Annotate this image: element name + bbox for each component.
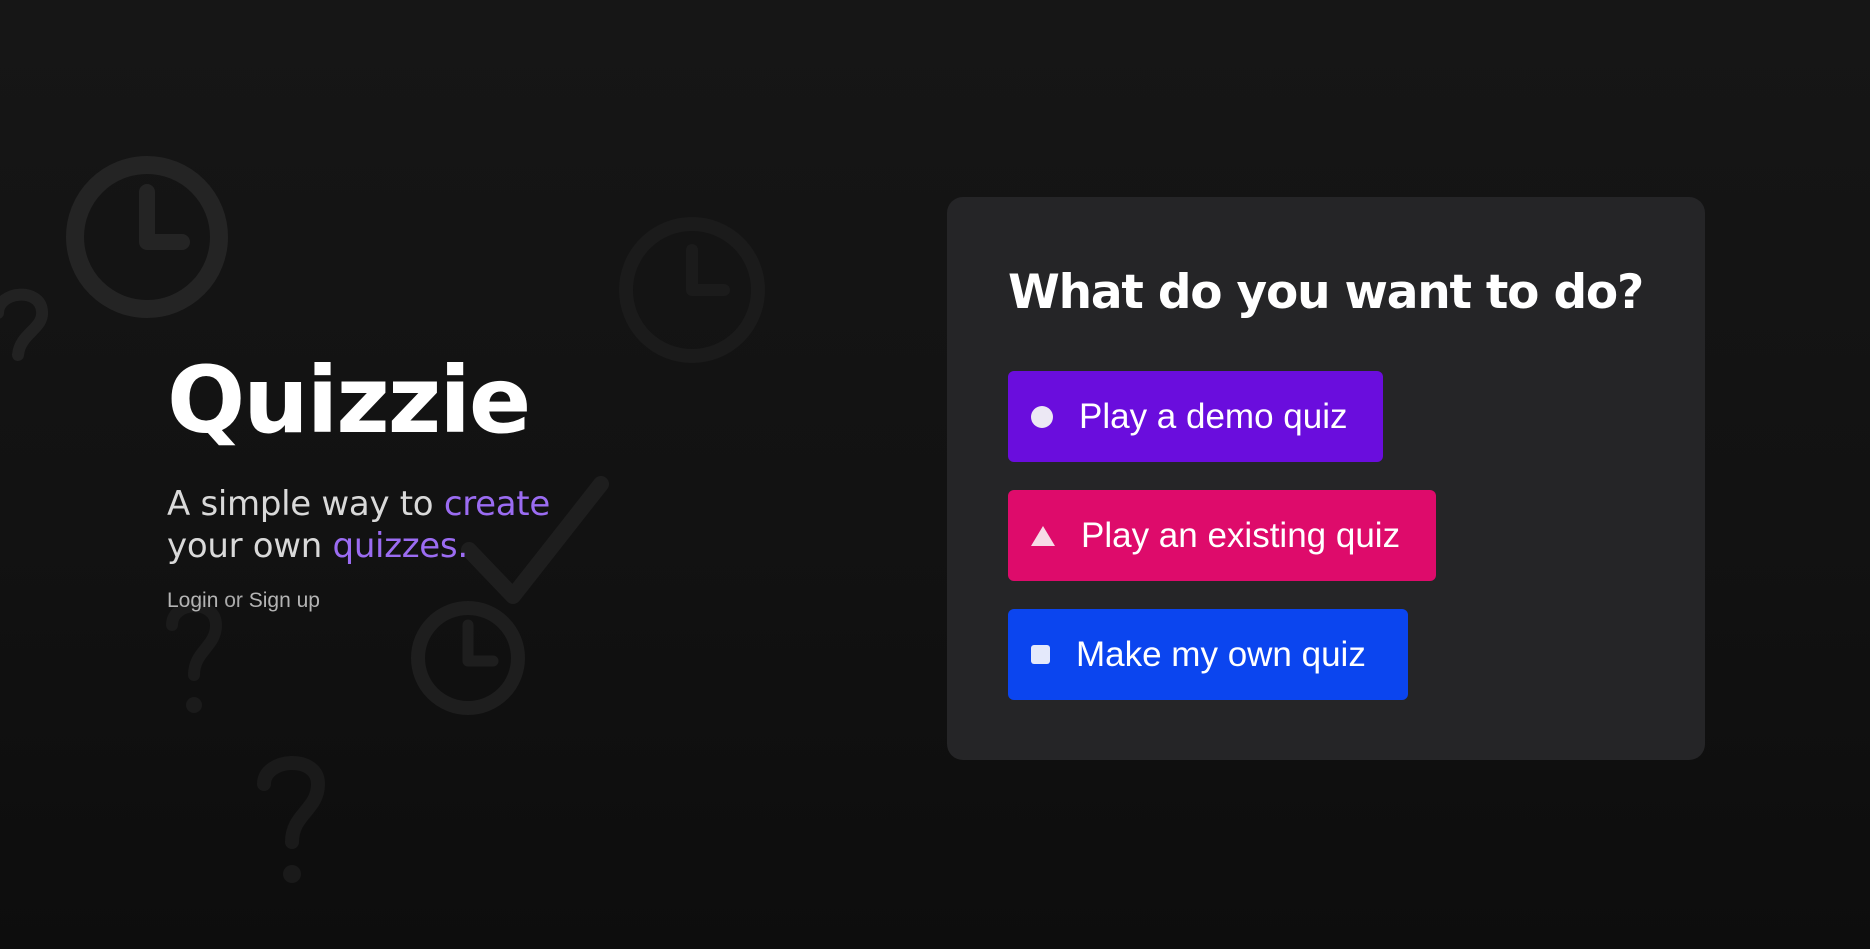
card-heading: What do you want to do? bbox=[1008, 265, 1644, 320]
clock-icon bbox=[66, 156, 228, 318]
question-mark-icon bbox=[166, 600, 223, 713]
hero-section: Quizzie A simple way to create your own … bbox=[167, 355, 767, 613]
login-link[interactable]: Login bbox=[167, 589, 218, 612]
option-label: Play an existing quiz bbox=[1081, 515, 1401, 555]
play-existing-quiz-button[interactable]: Play an existing quiz bbox=[1008, 490, 1436, 581]
tagline-accent-create: create bbox=[443, 484, 550, 524]
tagline-text: your own bbox=[167, 526, 333, 566]
signup-link[interactable]: Sign up bbox=[249, 589, 320, 612]
clock-icon bbox=[619, 217, 765, 363]
tagline-text: A simple way to bbox=[167, 484, 444, 524]
question-mark-icon bbox=[257, 756, 326, 883]
square-icon bbox=[1031, 645, 1050, 664]
circle-icon bbox=[1031, 405, 1053, 428]
question-mark-icon bbox=[0, 288, 49, 361]
make-own-quiz-button[interactable]: Make my own quiz bbox=[1008, 609, 1408, 700]
auth-separator: or bbox=[218, 589, 249, 612]
landing-page: Quizzie A simple way to create your own … bbox=[0, 0, 1870, 949]
triangle-icon bbox=[1031, 525, 1055, 546]
clock-icon bbox=[411, 601, 525, 715]
tagline-accent-quizzes: quizzes. bbox=[332, 526, 469, 566]
hero-tagline: A simple way to create your own quizzes. bbox=[167, 483, 767, 567]
play-demo-quiz-button[interactable]: Play a demo quiz bbox=[1008, 371, 1383, 462]
auth-links: Login or Sign up bbox=[167, 589, 767, 613]
app-title: Quizzie bbox=[167, 347, 531, 454]
action-card: What do you want to do? Play a demo quiz… bbox=[947, 197, 1705, 760]
option-label: Play a demo quiz bbox=[1079, 396, 1348, 436]
option-label: Make my own quiz bbox=[1076, 634, 1366, 674]
